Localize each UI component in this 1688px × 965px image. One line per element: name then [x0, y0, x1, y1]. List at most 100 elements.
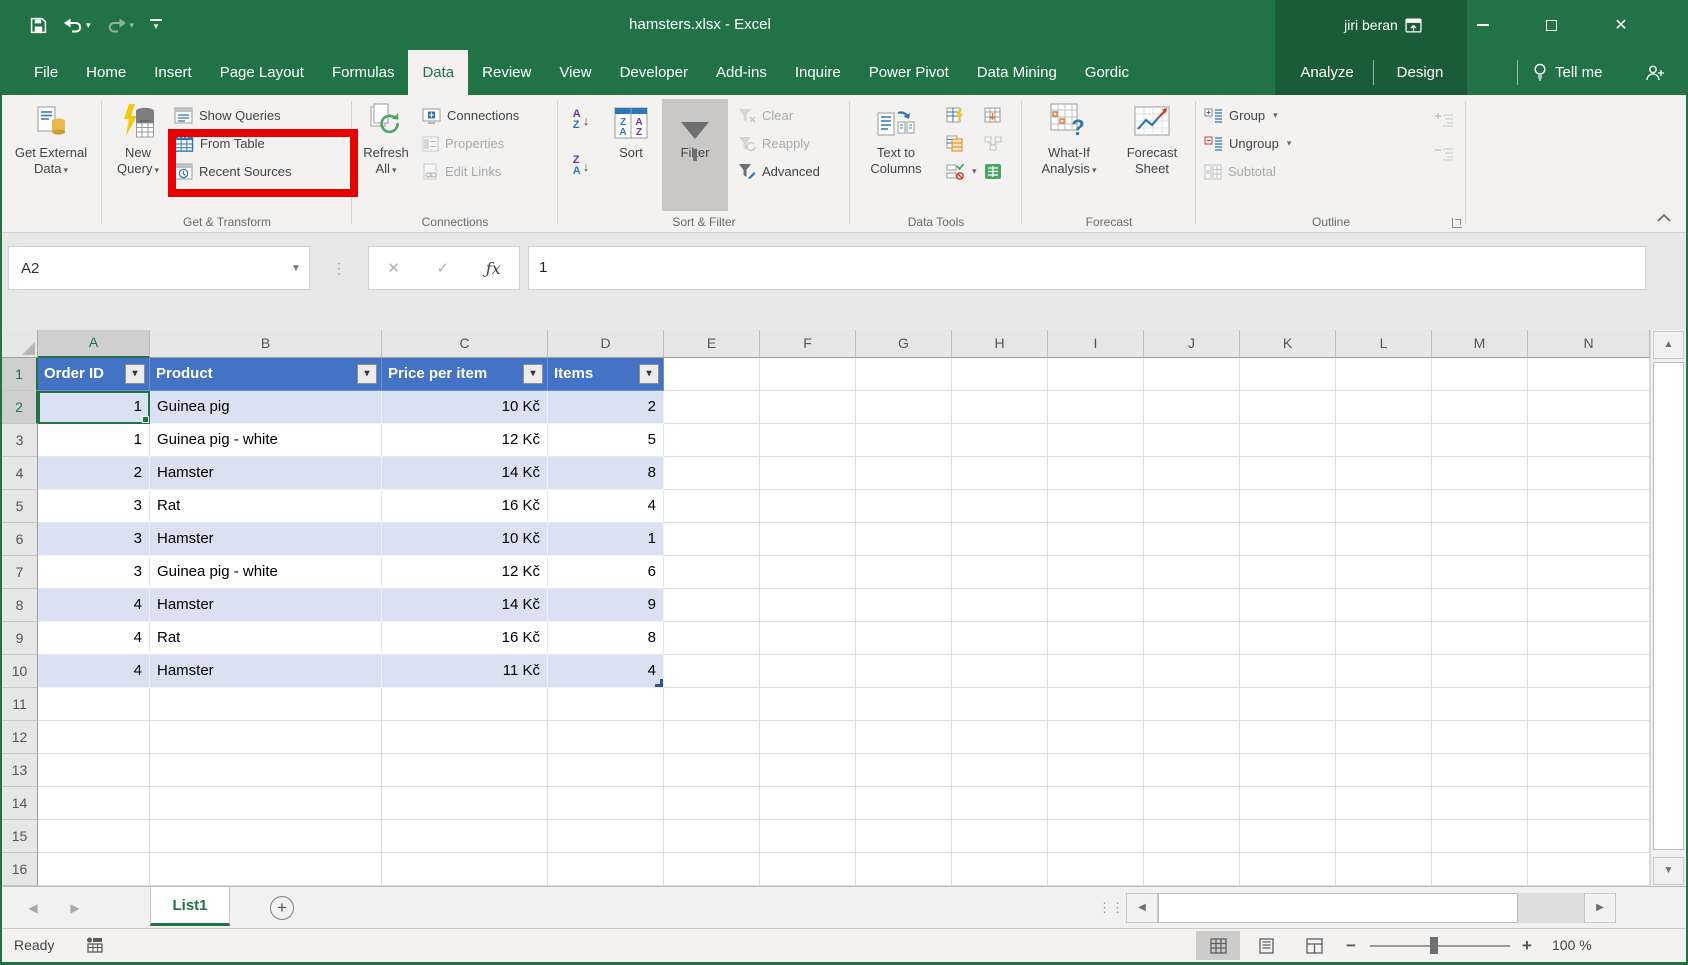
cell-C7[interactable]: 12 Kč	[382, 556, 548, 589]
cell-L15[interactable]	[1336, 820, 1432, 853]
cell-H10[interactable]	[952, 655, 1048, 688]
tab-data-mining[interactable]: Data Mining	[963, 50, 1071, 95]
cell-C5[interactable]: 16 Kč	[382, 490, 548, 523]
text-to-columns-button[interactable]: Text to Columns	[852, 99, 940, 211]
cell-H13[interactable]	[952, 754, 1048, 787]
row-header-16[interactable]: 16	[2, 853, 38, 886]
cell-A14[interactable]	[38, 787, 150, 820]
flash-fill-button[interactable]	[946, 103, 964, 128]
cell-F9[interactable]	[760, 622, 856, 655]
cell-I15[interactable]	[1048, 820, 1144, 853]
cell-N12[interactable]	[1528, 721, 1650, 754]
cell-J7[interactable]	[1144, 556, 1240, 589]
cell-H9[interactable]	[952, 622, 1048, 655]
maximize-button[interactable]	[1528, 0, 1574, 50]
cell-M7[interactable]	[1432, 556, 1528, 589]
column-header-K[interactable]: K	[1240, 330, 1336, 358]
vertical-scrollbar[interactable]: ▲ ▼	[1650, 330, 1686, 886]
cell-D7[interactable]: 6	[548, 556, 664, 589]
ungroup-button[interactable]: Ungroup▾	[1204, 131, 1291, 156]
consolidate-button[interactable]	[984, 103, 1002, 128]
cell-L3[interactable]	[1336, 424, 1432, 457]
row-header-5[interactable]: 5	[2, 490, 38, 523]
cell-B9[interactable]: Rat	[150, 622, 382, 655]
show-queries-button[interactable]: Show Queries	[174, 103, 281, 128]
cell-D6[interactable]: 1	[548, 523, 664, 556]
tab-inquire[interactable]: Inquire	[781, 50, 855, 95]
cell-A3[interactable]: 1	[38, 424, 150, 457]
cell-L12[interactable]	[1336, 721, 1432, 754]
close-button[interactable]: ✕	[1598, 0, 1644, 50]
cell-I5[interactable]	[1048, 490, 1144, 523]
cell-F16[interactable]	[760, 853, 856, 886]
cell-E13[interactable]	[664, 754, 760, 787]
cell-L1[interactable]	[1336, 358, 1432, 391]
cell-K1[interactable]	[1240, 358, 1336, 391]
horizontal-scroll-thumb[interactable]	[1158, 893, 1518, 923]
tab-view[interactable]: View	[545, 50, 605, 95]
cell-A12[interactable]	[38, 721, 150, 754]
column-header-B[interactable]: B	[150, 330, 382, 358]
cell-H14[interactable]	[952, 787, 1048, 820]
column-header-L[interactable]: L	[1336, 330, 1432, 358]
page-break-preview-button[interactable]	[1292, 931, 1336, 960]
cell-K3[interactable]	[1240, 424, 1336, 457]
cell-C16[interactable]	[382, 853, 548, 886]
cell-E1[interactable]	[664, 358, 760, 391]
column-header-C[interactable]: C	[382, 330, 548, 358]
cell-D8[interactable]: 9	[548, 589, 664, 622]
cell-A4[interactable]: 2	[38, 457, 150, 490]
cell-A7[interactable]: 3	[38, 556, 150, 589]
cell-J11[interactable]	[1144, 688, 1240, 721]
cell-N10[interactable]	[1528, 655, 1650, 688]
zoom-level[interactable]: 100 %	[1552, 929, 1592, 962]
cell-M4[interactable]	[1432, 457, 1528, 490]
cell-I14[interactable]	[1048, 787, 1144, 820]
cell-D14[interactable]	[548, 787, 664, 820]
formula-input[interactable]: 1	[528, 246, 1646, 290]
filter-button[interactable]: Filter	[662, 99, 728, 211]
cell-I4[interactable]	[1048, 457, 1144, 490]
cell-F4[interactable]	[760, 457, 856, 490]
cell-B1[interactable]: Product▾	[150, 358, 382, 391]
cell-C9[interactable]: 16 Kč	[382, 622, 548, 655]
cell-F6[interactable]	[760, 523, 856, 556]
filter-dropdown-Price per item[interactable]: ▾	[523, 364, 543, 384]
cell-G12[interactable]	[856, 721, 952, 754]
cell-B7[interactable]: Guinea pig - white	[150, 556, 382, 589]
cell-L10[interactable]	[1336, 655, 1432, 688]
tab-design[interactable]: Design	[1374, 50, 1466, 95]
zoom-slider-thumb[interactable]	[1430, 937, 1438, 954]
column-header-F[interactable]: F	[760, 330, 856, 358]
tab-home[interactable]: Home	[72, 50, 140, 95]
cell-N13[interactable]	[1528, 754, 1650, 787]
cell-L8[interactable]	[1336, 589, 1432, 622]
tab-insert[interactable]: Insert	[140, 50, 206, 95]
zoom-in-button[interactable]: +	[1522, 929, 1532, 962]
select-all-button[interactable]	[2, 330, 38, 358]
cell-B16[interactable]	[150, 853, 382, 886]
cell-I3[interactable]	[1048, 424, 1144, 457]
account-user-name[interactable]: jiri beran	[1275, 0, 1467, 50]
cell-M2[interactable]	[1432, 391, 1528, 424]
cell-I11[interactable]	[1048, 688, 1144, 721]
vertical-scroll-thumb[interactable]	[1653, 362, 1684, 850]
remove-duplicates-button[interactable]	[946, 131, 964, 156]
horizontal-scrollbar[interactable]	[1158, 893, 1584, 923]
column-header-N[interactable]: N	[1528, 330, 1650, 358]
cell-G11[interactable]	[856, 688, 952, 721]
cell-L4[interactable]	[1336, 457, 1432, 490]
cell-E8[interactable]	[664, 589, 760, 622]
tab-formulas[interactable]: Formulas	[318, 50, 409, 95]
cell-D3[interactable]: 5	[548, 424, 664, 457]
cell-J2[interactable]	[1144, 391, 1240, 424]
data-validation-button[interactable]: ▾	[946, 159, 977, 184]
cell-A16[interactable]	[38, 853, 150, 886]
cell-D10[interactable]: 4	[548, 655, 664, 688]
cell-K8[interactable]	[1240, 589, 1336, 622]
cell-D9[interactable]: 8	[548, 622, 664, 655]
cell-H7[interactable]	[952, 556, 1048, 589]
row-header-14[interactable]: 14	[2, 787, 38, 820]
cell-N7[interactable]	[1528, 556, 1650, 589]
cell-M3[interactable]	[1432, 424, 1528, 457]
